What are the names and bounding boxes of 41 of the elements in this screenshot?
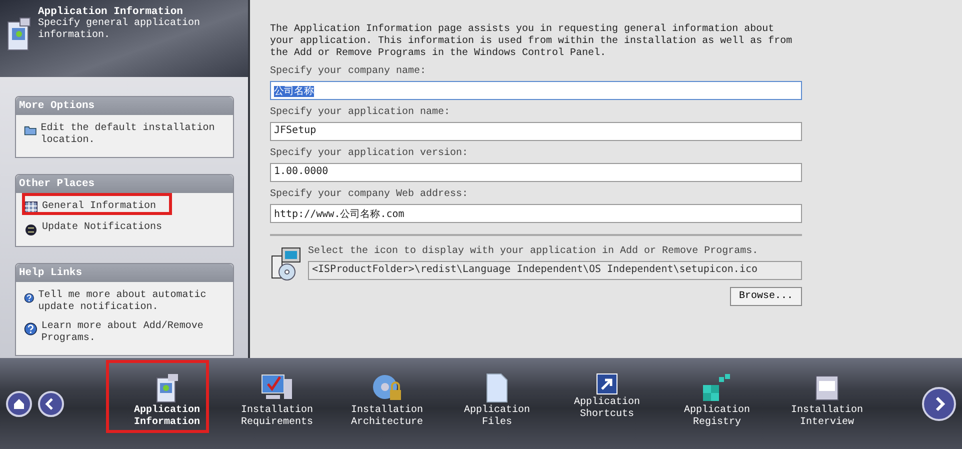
- file-icon: [485, 372, 509, 402]
- page-description: The Application Information page assists you in requesting general information about your application. This information is used from within the installation as well as from the Add or Remove Programs in the Windows Control Panel.: [270, 24, 794, 60]
- home-button[interactable]: [6, 390, 32, 416]
- field-label: Specify your application version:: [270, 148, 470, 159]
- page-title: Application Information: [38, 6, 183, 18]
- input-field[interactable]: 公司名称: [270, 81, 802, 100]
- navigation-tab[interactable]: Application Registry: [662, 368, 772, 438]
- sidebar-link[interactable]: Edit the default installation location.: [40, 123, 227, 147]
- home-icon: [13, 398, 25, 410]
- sidebar-link[interactable]: Learn more about Add/Remove Programs.: [41, 321, 227, 345]
- input-field[interactable]: JFSetup: [270, 122, 802, 141]
- icon-path-field[interactable]: <ISProductFolder>\redist\Language Independent\OS Independent\setupicon.ico: [308, 261, 802, 280]
- navigation-tab[interactable]: Installation Requirements: [222, 368, 332, 438]
- dialog-window-icon: [813, 372, 841, 402]
- navigation-tab[interactable]: Installation Interview: [772, 368, 882, 438]
- field-label: Specify your company name:: [270, 66, 428, 77]
- browse-button[interactable]: Browse...: [730, 287, 802, 306]
- sidebar-link[interactable]: Update Notifications: [42, 222, 162, 234]
- forward-button[interactable]: [922, 386, 956, 420]
- application-icon: [6, 16, 32, 52]
- help-icon: [24, 321, 38, 337]
- field-label: Specify your application name:: [270, 107, 452, 118]
- page-subtitle: Specify general application information.: [38, 18, 202, 42]
- navigation-tab[interactable]: Application Files: [442, 368, 552, 438]
- help-icon: [24, 290, 34, 306]
- disk-lock-icon: [370, 372, 404, 402]
- panel-title: Help Links: [16, 264, 233, 282]
- input-field[interactable]: 1.00.0000: [270, 163, 802, 182]
- navigation-tab[interactable]: Application Information: [112, 368, 222, 438]
- sidebar-link[interactable]: General Information: [42, 201, 156, 213]
- field-label: Specify your company Web address:: [270, 189, 470, 200]
- panel-title: More Options: [16, 97, 233, 115]
- back-button[interactable]: [38, 390, 64, 416]
- navigation-tab[interactable]: Application Shortcuts: [552, 368, 662, 438]
- input-field[interactable]: http://www.公司名称.com: [270, 204, 802, 223]
- application-icon: [154, 372, 180, 402]
- icon-instruction: Select the icon to display with your application in Add or Remove Programs.: [308, 246, 760, 257]
- panel-title: Other Places: [16, 175, 233, 193]
- registry-cubes-icon: [701, 372, 733, 402]
- navigation-tab[interactable]: Installation Architecture: [332, 368, 442, 438]
- sidebar-link[interactable]: Tell me more about automatic update notification.: [38, 290, 227, 314]
